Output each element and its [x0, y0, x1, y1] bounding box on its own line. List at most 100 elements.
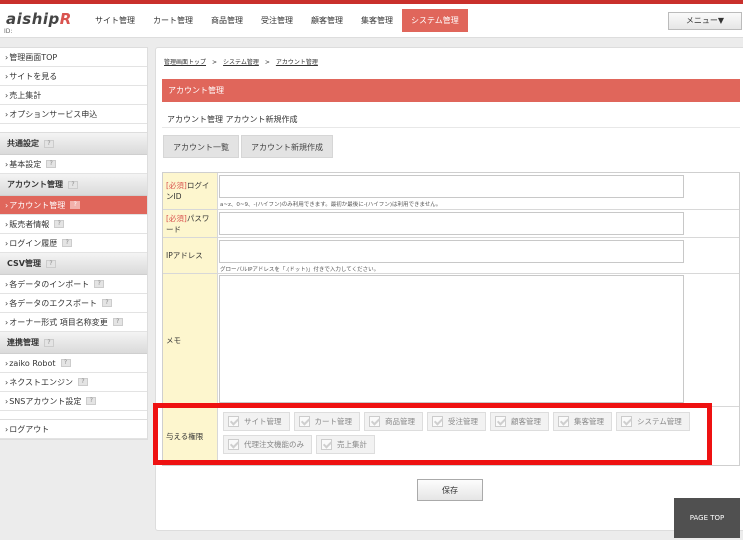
- sidebar-logout[interactable]: › ログアウト: [0, 420, 147, 439]
- sidebar-section-integration: 連携管理?: [0, 332, 147, 354]
- login-id-input[interactable]: [219, 175, 684, 198]
- perm-sales-report[interactable]: 売上集計: [316, 435, 375, 454]
- section-heading: アカウント管理 アカウント新規作成: [167, 115, 298, 124]
- perm-marketing[interactable]: 集客管理: [553, 412, 612, 431]
- sidebar-item-next-engine[interactable]: › ネクストエンジン?: [0, 373, 147, 392]
- checkbox-icon: [298, 416, 310, 427]
- sidebar-item-account-management[interactable]: › アカウント管理?: [0, 196, 147, 215]
- perm-site[interactable]: サイト管理: [223, 412, 290, 431]
- nav-marketing[interactable]: 集客管理: [352, 9, 402, 32]
- help-icon[interactable]: ?: [44, 139, 54, 148]
- sidebar-item-csv-import[interactable]: › 各データのインポート?: [0, 275, 147, 294]
- help-icon[interactable]: ?: [46, 160, 57, 168]
- perm-cart[interactable]: カート管理: [293, 412, 360, 431]
- row-login-id: [必須]ログインID a~z、0~9、-(ハイフン)のみ利用できます。最初か最後…: [163, 173, 739, 210]
- help-icon[interactable]: ?: [60, 359, 71, 367]
- help-icon[interactable]: ?: [112, 318, 123, 326]
- nav-cart[interactable]: カート管理: [144, 9, 202, 32]
- sidebar-item-csv-rename[interactable]: › オーナー形式 項目名称変更?: [0, 313, 147, 332]
- row-ip: IPアドレス グローバルIPアドレスを「.(ドット)」付きで入力してください。: [163, 238, 739, 274]
- help-icon[interactable]: ?: [62, 239, 73, 247]
- page-top-button[interactable]: PAGE TOP: [674, 498, 740, 538]
- help-icon[interactable]: ?: [101, 299, 112, 307]
- help-icon[interactable]: ?: [68, 180, 78, 189]
- tab-account-list[interactable]: アカウント一覧: [163, 135, 239, 158]
- chevron-right-icon: ›: [5, 52, 9, 62]
- login-id-note: a~z、0~9、-(ハイフン)のみ利用できます。最初か最後に-(ハイフン)は利用…: [220, 202, 442, 208]
- chevron-right-icon: ›: [5, 424, 9, 434]
- chevron-right-icon: ›: [5, 396, 9, 406]
- chevron-right-icon: ›: [5, 358, 9, 368]
- help-icon[interactable]: ?: [70, 201, 81, 209]
- chevron-right-icon: ›: [5, 109, 9, 119]
- account-form: [必須]ログインID a~z、0~9、-(ハイフン)のみ利用できます。最初か最後…: [162, 172, 740, 466]
- checkbox-icon: [432, 416, 443, 427]
- chevron-right-icon: ›: [5, 238, 9, 248]
- permissions-group: サイト管理 カート管理 商品管理 受注管理 顧客管理 集客管理 システム管理代理注文機能のみ…: [223, 412, 713, 458]
- chevron-right-icon: ›: [5, 200, 9, 210]
- perm-proxy-order[interactable]: 代理注文機能のみ: [223, 435, 312, 454]
- breadcrumb-separator: >: [212, 59, 218, 66]
- page-title: アカウント管理: [162, 79, 740, 102]
- sidebar-item-csv-export[interactable]: › 各データのエクスポート?: [0, 294, 147, 313]
- perm-system[interactable]: システム管理: [616, 412, 690, 431]
- breadcrumb-account[interactable]: アカウント管理: [276, 59, 318, 66]
- checkbox-icon: [369, 416, 380, 427]
- ip-address-input[interactable]: [219, 240, 684, 263]
- chevron-right-icon: ›: [5, 377, 9, 387]
- chevron-right-icon: ›: [5, 219, 9, 229]
- help-icon[interactable]: ?: [86, 397, 97, 405]
- help-icon[interactable]: ?: [54, 220, 65, 228]
- breadcrumb-admin-top[interactable]: 管理画面トップ: [164, 59, 206, 66]
- password-label: [必須]パスワード: [163, 210, 218, 237]
- main-panel: 管理画面トップ > システム管理 > アカウント管理 アカウント管理 アカウント管理 ア…: [155, 47, 743, 531]
- perm-customers[interactable]: 顧客管理: [490, 412, 549, 431]
- save-button[interactable]: 保存: [417, 479, 483, 501]
- row-password: [必須]パスワード: [163, 210, 739, 238]
- logo[interactable]: aishipR: [6, 10, 72, 28]
- tab-bar: アカウント一覧 アカウント新規作成: [163, 135, 335, 158]
- sidebar-item-basic-settings[interactable]: › 基本設定?: [0, 155, 147, 174]
- sidebar-link-option-services[interactable]: › オプションサービス申込: [0, 105, 147, 124]
- sidebar-link-view-site[interactable]: › サイトを見る: [0, 67, 147, 86]
- nav-products[interactable]: 商品管理: [202, 9, 252, 32]
- sidebar-item-seller-info[interactable]: › 販売者情報?: [0, 215, 147, 234]
- nav-customers[interactable]: 顧客管理: [302, 9, 352, 32]
- sidebar-link-sales[interactable]: › 売上集計: [0, 86, 147, 105]
- tab-account-new[interactable]: アカウント新規作成: [241, 135, 333, 158]
- ip-label: IPアドレス: [163, 238, 218, 273]
- row-permissions: 与える権限 サイト管理 カート管理 商品管理 受注管理 顧客管理 集客管理 システム管理代理…: [163, 407, 739, 465]
- ip-note: グローバルIPアドレスを「.(ドット)」付きで入力してください。: [220, 267, 380, 273]
- password-input[interactable]: [219, 212, 684, 235]
- nav-orders[interactable]: 受注管理: [252, 9, 302, 32]
- sidebar-link-admin-top[interactable]: › 管理画面TOP: [0, 48, 147, 67]
- breadcrumb: 管理画面トップ > システム管理 > アカウント管理: [164, 57, 318, 66]
- checkbox-icon: [321, 439, 332, 450]
- sidebar-section-common: 共通設定?: [0, 133, 147, 155]
- nav-site[interactable]: サイト管理: [86, 9, 144, 32]
- menu-button[interactable]: メニュー▼: [668, 12, 742, 30]
- chevron-right-icon: ›: [5, 90, 9, 100]
- chevron-right-icon: ›: [5, 298, 9, 308]
- memo-textarea[interactable]: [219, 275, 684, 403]
- sidebar-item-login-history[interactable]: › ログイン履歴?: [0, 234, 147, 253]
- permissions-label: 与える権限: [163, 407, 218, 465]
- breadcrumb-system[interactable]: システム管理: [223, 59, 259, 66]
- help-icon[interactable]: ?: [45, 259, 56, 268]
- help-icon[interactable]: ?: [44, 338, 54, 347]
- sidebar-section-csv: CSV管理?: [0, 253, 147, 275]
- help-icon[interactable]: ?: [94, 280, 105, 288]
- sidebar-item-sns-account[interactable]: › SNSアカウント設定?: [0, 392, 147, 411]
- breadcrumb-separator: >: [264, 59, 270, 66]
- sidebar-item-zaiko-robot[interactable]: › zaiko Robot?: [0, 354, 147, 373]
- help-icon[interactable]: ?: [77, 378, 88, 386]
- checkbox-icon: [495, 416, 506, 427]
- checkbox-icon: [558, 416, 569, 427]
- nav-system[interactable]: システム管理: [402, 9, 468, 32]
- chevron-right-icon: ›: [5, 279, 9, 289]
- perm-products[interactable]: 商品管理: [364, 412, 423, 431]
- account-id-label: ID:: [4, 28, 13, 35]
- chevron-right-icon: ›: [5, 159, 9, 169]
- row-memo: メモ: [163, 274, 739, 407]
- perm-orders[interactable]: 受注管理: [427, 412, 486, 431]
